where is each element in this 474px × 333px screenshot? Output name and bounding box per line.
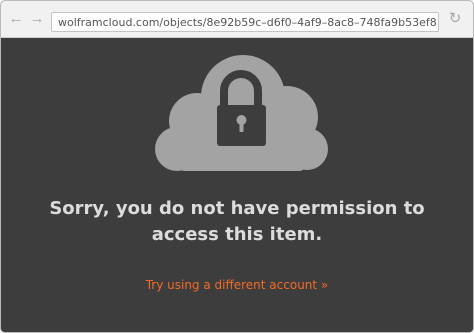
url-input[interactable] <box>52 13 438 31</box>
forward-arrow-icon[interactable]: → <box>28 10 46 28</box>
reload-icon[interactable]: ↻ <box>446 10 464 28</box>
address-bar[interactable] <box>51 12 439 32</box>
browser-window: ← → ↻ Sorry, you do not have permis <box>0 0 474 333</box>
page-content: Sorry, you do not have permission to acc… <box>1 38 473 332</box>
browser-toolbar: ← → ↻ <box>1 1 473 38</box>
permission-message: Sorry, you do not have permission to acc… <box>49 198 425 245</box>
cloud-lock-icon <box>155 55 328 171</box>
back-arrow-icon[interactable]: ← <box>7 10 25 28</box>
different-account-link[interactable]: Try using a different account » <box>1 278 473 292</box>
